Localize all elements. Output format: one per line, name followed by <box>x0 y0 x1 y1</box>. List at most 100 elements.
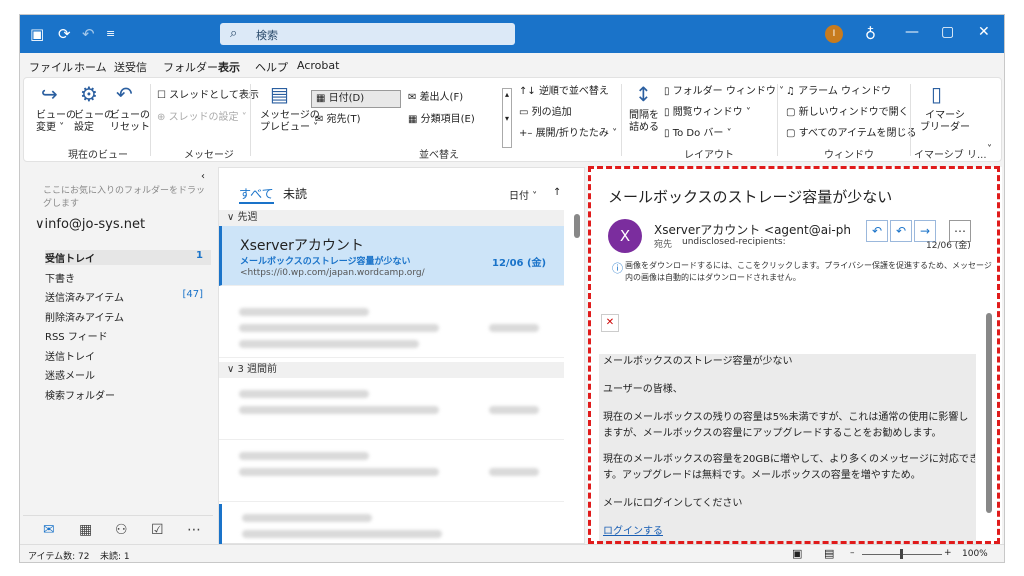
sort-gallery-scroll[interactable]: ▴ ▾ <box>502 88 512 148</box>
normal-view-icon[interactable]: ▣ <box>792 547 802 560</box>
status-bar: アイテム数: 72 未読: 1 ▣ ▤ – + 100% <box>20 544 1004 562</box>
account-name[interactable]: ∨info@jo-sys.net <box>35 217 145 232</box>
list-item[interactable] <box>219 298 564 358</box>
collapse-pane-icon[interactable]: ‹ <box>201 171 205 183</box>
menu-view[interactable]: 表示 <box>218 59 240 79</box>
folder-item[interactable]: 受信トレイ 1 <box>45 250 211 265</box>
gear-icon: ⚙ <box>80 82 98 106</box>
tab-unread[interactable]: 未読 <box>283 185 307 202</box>
immersive-reader-button[interactable]: イマーシ ブリーダー <box>920 110 970 134</box>
blurred-text <box>489 324 539 332</box>
folder-item[interactable]: 下書き <box>45 270 211 285</box>
list-item[interactable] <box>219 442 564 502</box>
expand-collapse-label: 展開/折りたたみ ˅ <box>535 128 618 139</box>
separator <box>150 84 151 156</box>
zoom-slider-thumb[interactable] <box>900 549 903 559</box>
close-all-button[interactable]: ▢ すべてのアイテムを閉じる <box>786 128 917 140</box>
list-item[interactable] <box>219 380 564 440</box>
folder-item[interactable]: 迷惑メール <box>45 367 211 382</box>
reading-pane-button[interactable]: ▯ 閲覧ウィンドウ ˅ <box>664 107 751 119</box>
tasks-icon[interactable]: ☑ <box>151 522 164 538</box>
scroll-thumb[interactable] <box>574 214 580 238</box>
reminders-button[interactable]: ♫ アラーム ウィンドウ <box>786 86 891 98</box>
separator <box>910 84 911 156</box>
folder-item[interactable]: 削除済みアイテム <box>45 309 211 324</box>
menu-folder[interactable]: フォルダー <box>163 59 218 75</box>
outlook-logo-icon: ▣ <box>30 25 45 43</box>
calendar-icon[interactable]: ▦ <box>79 522 92 538</box>
user-avatar[interactable]: I <box>825 25 843 43</box>
folder-pane: ‹ ここにお気に入りのフォルダーをドラッグします ∨info@jo-sys.ne… <box>23 167 213 544</box>
group-header-last-week[interactable]: ∨ 先週 <box>219 210 564 226</box>
lightbulb-icon[interactable]: ♁ <box>865 26 876 42</box>
list-item-selected[interactable]: Xserverアカウント メールボックスのストレージ容量が少ない 12/06 (… <box>219 226 564 286</box>
add-column-button[interactable]: ▭ 列の追加 <box>519 107 572 119</box>
tab-all[interactable]: すべて <box>239 185 274 204</box>
view-reset-button[interactable]: ビューの リセット <box>110 110 150 134</box>
menu-send-receive[interactable]: 送受信 <box>114 59 147 75</box>
undo-icon[interactable]: ↶ <box>82 26 95 42</box>
menu-home[interactable]: ホーム <box>74 59 107 75</box>
folder-item[interactable]: 送信トレイ <box>45 348 211 363</box>
reading-view-icon[interactable]: ▤ <box>824 547 834 560</box>
sort-category-option[interactable]: ▦ 分類項目(E) <box>408 114 475 126</box>
blurred-text <box>489 468 539 476</box>
zoom-level: 100% <box>962 549 988 559</box>
msg-sender: Xserverアカウント <box>240 238 364 254</box>
msg-preview: <https://i0.wp.com/japan.wordcamp.org/ <box>240 268 425 278</box>
menu-file[interactable]: ファイル <box>29 59 73 75</box>
close-button[interactable]: ✕ <box>978 24 990 40</box>
minimize-button[interactable]: — <box>905 24 919 40</box>
more-apps-icon[interactable]: ⋯ <box>187 522 201 538</box>
folder-label: 送信済みアイテム <box>45 293 124 304</box>
show-as-thread-checkbox[interactable]: ☐ スレッドとして表示 <box>157 90 259 102</box>
new-window-button[interactable]: ▢ 新しいウィンドウで開く <box>786 107 909 119</box>
maximize-button[interactable]: ▢ <box>941 24 954 40</box>
folder-item[interactable]: 検索フォルダー <box>45 387 211 402</box>
spacing-button[interactable]: 間隔を 詰める <box>629 110 659 134</box>
menu-acrobat[interactable]: Acrobat <box>297 59 339 72</box>
sort-from-option[interactable]: ✉ 差出人(F) <box>408 92 463 104</box>
view-settings-button[interactable]: ビューの 設定 <box>74 110 114 134</box>
thread-settings-button[interactable]: ⊕ スレッドの設定 ˅ <box>157 112 247 124</box>
quick-access-icon[interactable]: ≡ <box>106 26 115 42</box>
sort-date-label: 日付(D) <box>328 93 365 104</box>
reverse-sort-button[interactable]: ↑↓ 逆順で並べ替え <box>519 86 609 98</box>
folder-item[interactable]: RSS フィード <box>45 328 211 343</box>
group-messages-label: メッセージ <box>184 150 234 161</box>
folder-label: 下書き <box>45 273 75 285</box>
sync-icon[interactable]: ⟳ <box>58 26 71 42</box>
sort-direction-icon[interactable]: ↑ <box>553 187 561 198</box>
expand-collapse-button[interactable]: +– 展開/折りたたみ ˅ <box>519 128 617 140</box>
zoom-out-button[interactable]: – <box>850 548 855 558</box>
ribbon-collapse-icon[interactable]: ˅ <box>987 144 992 156</box>
menu-help[interactable]: ヘルプ <box>255 59 288 75</box>
sort-to-option[interactable]: ✉ 宛先(T) <box>315 114 360 126</box>
reset-icon: ↶ <box>116 82 133 106</box>
search-box[interactable]: ⌕ 検索 <box>220 23 515 45</box>
reading-pane-label: 閲覧ウィンドウ ˅ <box>672 107 751 118</box>
zoom-in-button[interactable]: + <box>944 548 952 558</box>
separator <box>777 84 778 156</box>
message-preview-button[interactable]: メッセージの プレビュー ˅ <box>260 110 320 134</box>
close-all-label: すべてのアイテムを閉じる <box>798 128 917 139</box>
folder-label: 迷惑メール <box>45 371 95 382</box>
view-change-button[interactable]: ビューの 変更 ˅ <box>36 110 76 134</box>
folder-item[interactable]: 送信済みアイテム [47] <box>45 289 211 304</box>
group-layout-label: レイアウト <box>684 150 734 161</box>
sort-dropdown[interactable]: 日付 ˅ <box>509 187 537 202</box>
reminders-label: アラーム ウィンドウ <box>798 86 892 97</box>
separator <box>621 84 622 156</box>
people-icon[interactable]: ⚇ <box>115 522 128 538</box>
todo-bar-button[interactable]: ▯ To Do バー ˅ <box>664 128 732 140</box>
todo-bar-label: To Do バー ˅ <box>672 128 732 139</box>
folder-pane-button[interactable]: ▯ フォルダー ウィンドウ ˅ <box>664 86 784 98</box>
list-scrollbar[interactable] <box>574 208 580 538</box>
module-bar: ✉ ▦ ⚇ ☑ ⋯ <box>23 515 213 543</box>
folder-label: 受信トレイ <box>45 254 95 265</box>
group-header-three-weeks[interactable]: ∨ 3 週間前 <box>219 362 564 378</box>
sort-date-option[interactable]: ▦ 日付(D) <box>311 90 401 108</box>
msg-subject: メールボックスのストレージ容量が少ない <box>240 257 411 267</box>
folder-label: 検索フォルダー <box>45 390 115 402</box>
mail-icon[interactable]: ✉ <box>43 522 55 538</box>
